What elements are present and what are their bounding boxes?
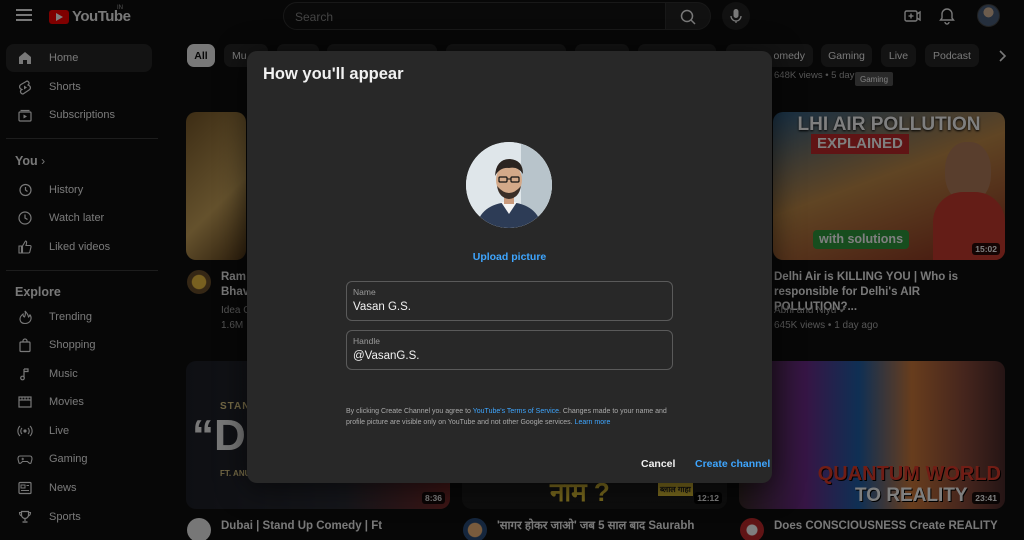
learn-more-link[interactable]: Learn more: [575, 419, 611, 426]
handle-field-label: Handle: [353, 336, 380, 346]
terms-text: By clicking Create Channel you agree to: [346, 408, 473, 415]
create-channel-button[interactable]: Create channel: [695, 458, 770, 470]
cancel-button[interactable]: Cancel: [641, 458, 675, 470]
terms-notice: By clicking Create Channel you agree to …: [346, 406, 686, 428]
profile-photo-graphic: [466, 142, 552, 228]
dialog-title: How you'll appear: [263, 65, 404, 83]
profile-picture: [466, 142, 552, 228]
terms-of-service-link[interactable]: YouTube's Terms of Service: [473, 408, 559, 415]
name-field-value[interactable]: Vasan G.S.: [353, 301, 411, 313]
upload-picture-link[interactable]: Upload picture: [247, 251, 772, 263]
name-field[interactable]: Name Vasan G.S.: [346, 281, 673, 321]
handle-field[interactable]: Handle @VasanG.S.: [346, 330, 673, 370]
handle-field-value[interactable]: @VasanG.S.: [353, 350, 419, 362]
name-field-label: Name: [353, 287, 376, 297]
create-channel-dialog: How you'll appear Upload picture Name Va…: [247, 51, 772, 483]
